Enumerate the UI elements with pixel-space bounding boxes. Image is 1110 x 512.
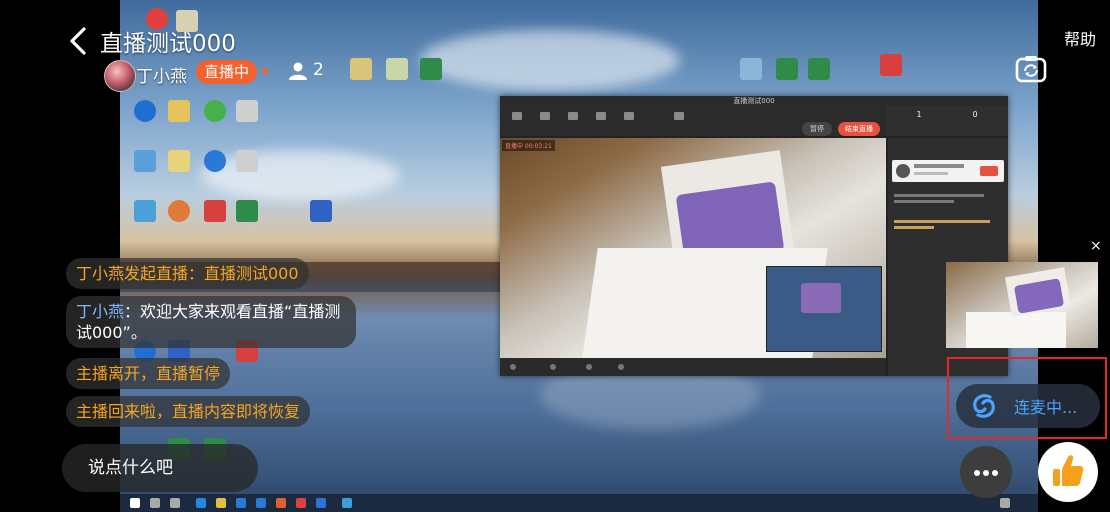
desktop-folder-icon: [350, 58, 372, 80]
desktop-folder-icon: [168, 100, 190, 122]
shared-stat-value: 0: [972, 110, 978, 119]
pdf-file-icon: [204, 200, 226, 222]
shared-pause-button: 暂停: [802, 122, 832, 136]
shared-guest-card: [892, 160, 1004, 182]
excel-file-icon: [808, 58, 830, 80]
close-icon[interactable]: ×: [1090, 238, 1102, 254]
desktop-app-icon: [204, 150, 226, 172]
shared-nested-preview: [766, 266, 882, 352]
excel-file-icon: [236, 200, 258, 222]
person-icon: [288, 61, 308, 81]
cohost-status-label[interactable]: 连麦中...: [1014, 394, 1077, 418]
desktop-file-icon: [236, 100, 258, 122]
excel-file-icon: [420, 58, 442, 80]
wechat-icon: [204, 100, 226, 122]
chat-sender-name: 丁小燕: [76, 302, 125, 321]
desktop-app-icon: [134, 150, 156, 172]
live-room-screen: 直播测试000 暂停 结束直播 1 0 直播中 00:03:21 直播测试000…: [0, 0, 1110, 512]
comment-input[interactable]: 说点什么吧: [62, 444, 258, 492]
shared-app-toolbar: 暂停 结束直播: [500, 106, 886, 136]
desktop-app-icon: [134, 200, 156, 222]
pdf-file-icon: [880, 54, 902, 76]
cohost-video-pip[interactable]: [946, 262, 1098, 348]
word-file-icon: [310, 200, 332, 222]
desktop-folder-icon: [168, 150, 190, 172]
excel-file-icon: [776, 58, 798, 80]
desktop-app-icon: [134, 100, 156, 122]
shared-stats: 1 0: [886, 106, 1008, 136]
desktop-app-icon: [740, 58, 762, 80]
desktop-app-icon: [168, 200, 190, 222]
room-title: 直播测试000: [100, 31, 236, 57]
chat-message: 丁小燕：欢迎大家来观看直播“直播测试000”。: [66, 296, 356, 348]
host-name[interactable]: 丁小燕: [136, 62, 187, 87]
thumbs-up-icon[interactable]: [1038, 442, 1098, 502]
shared-stat-value: 1: [916, 110, 922, 119]
back-chevron-icon[interactable]: [66, 26, 92, 56]
shared-app-window: 直播测试000 暂停 结束直播 1 0 直播中 00:03:21: [500, 96, 1008, 376]
link-mic-icon[interactable]: [968, 390, 1000, 422]
shared-live-tag: 直播中 00:03:21: [502, 140, 555, 151]
system-message: 主播回来啦，直播内容即将恢复: [66, 396, 311, 427]
live-indicator-dot: [262, 68, 268, 74]
live-status-badge: 直播中: [196, 60, 258, 84]
shared-window-title: 直播测试000: [500, 96, 1008, 106]
shared-camera-preview: 直播中 00:03:21: [500, 138, 886, 358]
desktop-folder-icon: [386, 58, 408, 80]
system-message: 主播离开，直播暂停: [66, 358, 231, 389]
viewer-count: 2: [313, 60, 324, 80]
desktop-taskbar: [120, 494, 1038, 512]
host-avatar[interactable]: [104, 60, 136, 92]
shared-end-live-button: 结束直播: [838, 122, 880, 136]
desktop-file-icon: [236, 150, 258, 172]
shared-app-bottombar: [500, 358, 886, 376]
system-message: 丁小燕发起直播：直播测试000: [66, 258, 309, 289]
live-video-stream: 直播测试000 暂停 结束直播 1 0 直播中 00:03:21: [120, 0, 1038, 512]
chat-separator: ：: [124, 302, 141, 321]
flip-camera-icon[interactable]: [1012, 50, 1050, 88]
ellipsis-icon[interactable]: [960, 446, 1012, 498]
help-link[interactable]: 帮助: [1064, 26, 1096, 50]
